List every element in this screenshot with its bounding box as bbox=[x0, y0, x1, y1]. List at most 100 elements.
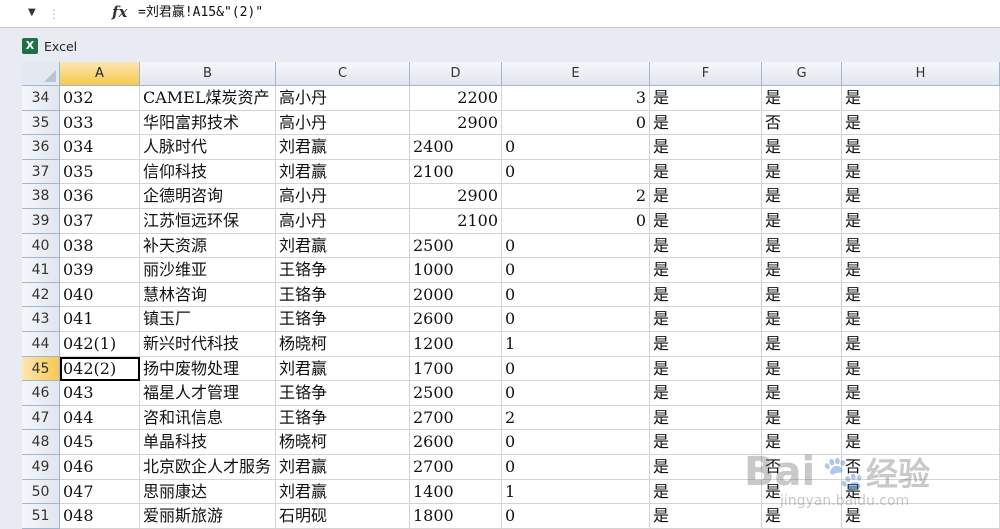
cell-f43[interactable]: 是 bbox=[650, 307, 762, 332]
cell-a43[interactable]: 041 bbox=[60, 307, 140, 332]
cell-h45[interactable]: 是 bbox=[842, 356, 1000, 382]
formula-bar-separator[interactable]: ⋮ bbox=[48, 4, 104, 24]
cell-b41[interactable]: 丽沙维亚 bbox=[140, 258, 276, 283]
cell-a39[interactable]: 037 bbox=[60, 209, 140, 234]
cell-e39[interactable]: 0 bbox=[502, 209, 650, 234]
cell-c41[interactable]: 王铬争 bbox=[276, 258, 410, 283]
cell-d44[interactable]: 1200 bbox=[410, 332, 502, 357]
row-header[interactable]: 42 bbox=[22, 282, 60, 308]
column-header-h[interactable]: H bbox=[842, 62, 1000, 86]
cell-a49[interactable]: 046 bbox=[60, 455, 140, 480]
column-header-b[interactable]: B bbox=[140, 62, 276, 86]
cell-g37[interactable]: 是 bbox=[762, 159, 842, 185]
cell-c46[interactable]: 王铬争 bbox=[276, 381, 410, 406]
cell-f42[interactable]: 是 bbox=[650, 282, 762, 308]
cell-f44[interactable]: 是 bbox=[650, 332, 762, 357]
cell-d45[interactable]: 1700 bbox=[410, 356, 502, 382]
cell-e42[interactable]: 0 bbox=[502, 282, 650, 308]
cell-c44[interactable]: 杨晓柯 bbox=[276, 332, 410, 357]
cell-g43[interactable]: 是 bbox=[762, 307, 842, 332]
cell-g34[interactable]: 是 bbox=[762, 86, 842, 111]
cell-a37[interactable]: 035 bbox=[60, 159, 140, 185]
cell-e38[interactable]: 2 bbox=[502, 184, 650, 209]
cell-c47[interactable]: 王铬争 bbox=[276, 405, 410, 431]
cell-c35[interactable]: 高小丹 bbox=[276, 110, 410, 136]
cell-f50[interactable]: 是 bbox=[650, 479, 762, 505]
cell-e46[interactable]: 0 bbox=[502, 381, 650, 406]
cell-c50[interactable]: 刘君赢 bbox=[276, 479, 410, 505]
cell-c43[interactable]: 王铬争 bbox=[276, 307, 410, 332]
cell-a51[interactable]: 048 bbox=[60, 504, 140, 529]
spreadsheet-grid[interactable]: A B C D E F G H 34 032 CAMEL煤炭资产 高小丹 2200 3 是是是 35 033 华阳… bbox=[22, 62, 1000, 529]
row-header[interactable]: 38 bbox=[22, 184, 60, 209]
row-header[interactable]: 39 bbox=[22, 209, 60, 234]
row-header[interactable]: 37 bbox=[22, 159, 60, 185]
cell-h40[interactable]: 是 bbox=[842, 233, 1000, 259]
cell-e45[interactable]: 0 bbox=[502, 356, 650, 382]
cell-d46[interactable]: 2500 bbox=[410, 381, 502, 406]
cell-f47[interactable]: 是 bbox=[650, 405, 762, 431]
cell-a47[interactable]: 044 bbox=[60, 405, 140, 431]
cell-f49[interactable]: 是 bbox=[650, 455, 762, 480]
cell-d43[interactable]: 2600 bbox=[410, 307, 502, 332]
cell-e47[interactable]: 2 bbox=[502, 405, 650, 431]
cell-b42[interactable]: 慧林咨询 bbox=[140, 282, 276, 308]
cell-b47[interactable]: 咨和讯信息 bbox=[140, 405, 276, 431]
cell-h44[interactable]: 是 bbox=[842, 332, 1000, 357]
cell-c34[interactable]: 高小丹 bbox=[276, 86, 410, 111]
cell-c37[interactable]: 刘君赢 bbox=[276, 159, 410, 185]
cell-a35[interactable]: 033 bbox=[60, 110, 140, 136]
cell-e41[interactable]: 0 bbox=[502, 258, 650, 283]
column-header-d[interactable]: D bbox=[410, 62, 502, 86]
cell-h47[interactable]: 是 bbox=[842, 405, 1000, 431]
cell-b39[interactable]: 江苏恒远环保 bbox=[140, 209, 276, 234]
cell-e43[interactable]: 0 bbox=[502, 307, 650, 332]
cell-f37[interactable]: 是 bbox=[650, 159, 762, 185]
formula-input[interactable]: =刘君赢!A15&"(2)" bbox=[138, 3, 998, 25]
cell-d36[interactable]: 2400 bbox=[410, 135, 502, 160]
cell-d42[interactable]: 2000 bbox=[410, 282, 502, 308]
cell-h37[interactable]: 是 bbox=[842, 159, 1000, 185]
cell-b34[interactable]: CAMEL煤炭资产 bbox=[140, 86, 276, 111]
row-header[interactable]: 51 bbox=[22, 504, 60, 529]
cell-c42[interactable]: 王铬争 bbox=[276, 282, 410, 308]
cell-g47[interactable]: 是 bbox=[762, 405, 842, 431]
cell-f45[interactable]: 是 bbox=[650, 356, 762, 382]
cell-h48[interactable]: 是 bbox=[842, 430, 1000, 455]
row-header[interactable]: 34 bbox=[22, 86, 60, 111]
cell-b45[interactable]: 扬中废物处理 bbox=[140, 356, 276, 382]
name-box-dropdown-icon[interactable]: ▼ bbox=[28, 7, 40, 19]
cell-e36[interactable]: 0 bbox=[502, 135, 650, 160]
cell-g38[interactable]: 是 bbox=[762, 184, 842, 209]
select-all-corner[interactable] bbox=[22, 62, 60, 86]
cell-a45[interactable]: 042(2) bbox=[60, 356, 140, 382]
cell-h35[interactable]: 是 bbox=[842, 110, 1000, 136]
cell-a42[interactable]: 040 bbox=[60, 282, 140, 308]
cell-c51[interactable]: 石明砚 bbox=[276, 504, 410, 529]
cell-b43[interactable]: 镇玉厂 bbox=[140, 307, 276, 332]
column-header-g[interactable]: G bbox=[762, 62, 842, 86]
cell-e44[interactable]: 1 bbox=[502, 332, 650, 357]
cell-h49[interactable]: 否 bbox=[842, 455, 1000, 480]
row-header[interactable]: 45 bbox=[22, 356, 60, 382]
cell-e48[interactable]: 0 bbox=[502, 430, 650, 455]
row-header[interactable]: 49 bbox=[22, 455, 60, 480]
cell-e40[interactable]: 0 bbox=[502, 233, 650, 259]
cell-g42[interactable]: 是 bbox=[762, 282, 842, 308]
row-header[interactable]: 47 bbox=[22, 405, 60, 431]
cell-e34[interactable]: 3 bbox=[502, 86, 650, 111]
cell-b35[interactable]: 华阳富邦技术 bbox=[140, 110, 276, 136]
cell-h38[interactable]: 是 bbox=[842, 184, 1000, 209]
cell-d51[interactable]: 1800 bbox=[410, 504, 502, 529]
cell-a38[interactable]: 036 bbox=[60, 184, 140, 209]
cell-h42[interactable]: 是 bbox=[842, 282, 1000, 308]
cell-b46[interactable]: 福星人才管理 bbox=[140, 381, 276, 406]
cell-g49[interactable]: 否 bbox=[762, 455, 842, 480]
cell-f36[interactable]: 是 bbox=[650, 135, 762, 160]
cell-g45[interactable]: 是 bbox=[762, 356, 842, 382]
cell-f38[interactable]: 是 bbox=[650, 184, 762, 209]
cell-d38[interactable]: 2900 bbox=[410, 184, 502, 209]
cell-a40[interactable]: 038 bbox=[60, 233, 140, 259]
cell-g51[interactable]: 是 bbox=[762, 504, 842, 529]
cell-e37[interactable]: 0 bbox=[502, 159, 650, 185]
